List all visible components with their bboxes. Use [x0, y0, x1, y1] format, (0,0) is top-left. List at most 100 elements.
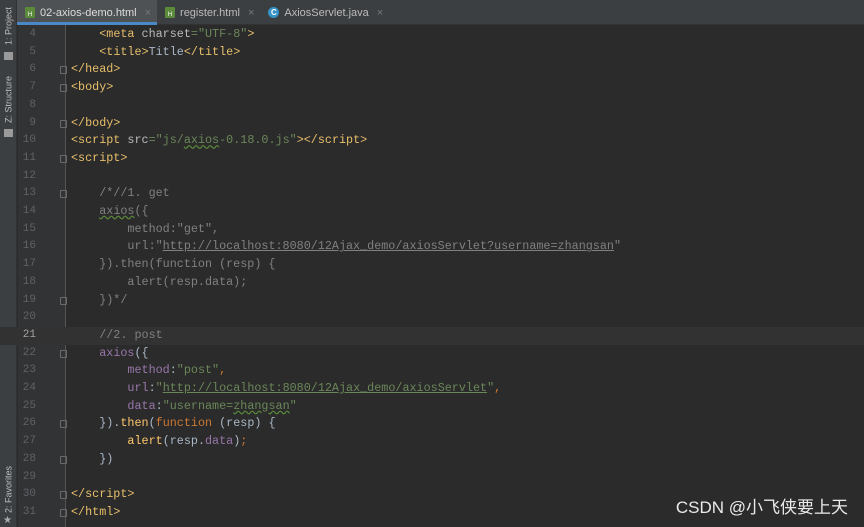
code-token: ; — [240, 434, 248, 449]
code-token: "post" — [176, 363, 220, 378]
line-number: 30 — [22, 488, 36, 501]
line-number: 26 — [22, 417, 36, 430]
code-token: <script — [71, 133, 128, 148]
code-line: 15 method:"get", — [0, 221, 864, 239]
editor-tabs: H 02-axios-demo.html × Hregister.html × C Axio… — [17, 0, 864, 25]
close-tab-icon[interactable]: × — [248, 7, 254, 19]
code-token: </script> — [71, 487, 135, 502]
code-line: 8 — [0, 97, 864, 115]
code-token: "username= — [162, 398, 234, 413]
code-token: src — [127, 133, 149, 148]
code-token: </head> — [71, 62, 121, 77]
code-token: method — [127, 363, 170, 378]
code-line: 13 /*//1. get — [0, 185, 864, 203]
code-token: }). — [71, 416, 121, 431]
code-line: 11 <script> — [0, 150, 864, 168]
code-line: 26 }).then(function (resp) { — [0, 415, 864, 433]
code-token: </title> — [183, 44, 241, 59]
code-token: ( — [148, 416, 156, 431]
code-line: 4 <meta charset="UTF-8"> — [0, 26, 864, 44]
code-token: > — [247, 27, 255, 41]
code-line: 19 })*/ — [0, 292, 864, 310]
fold-marker-icon[interactable] — [60, 455, 67, 464]
code-line: 29 — [0, 469, 864, 487]
html-file-icon: H — [165, 7, 176, 18]
code-line: 10 <script src="js/axios-0.18.0.js"></scr… — [0, 132, 864, 150]
code-token: then — [120, 416, 149, 431]
code-token: })*/ — [71, 292, 128, 307]
fold-marker-icon[interactable] — [60, 491, 67, 500]
code-line: 6 </head> — [0, 61, 864, 79]
line-number: 29 — [22, 470, 36, 483]
line-number: 7 — [29, 81, 36, 94]
code-token: : — [155, 398, 163, 413]
code-token: http://localhost:8080/12Ajax_demo/axiosS… — [162, 381, 488, 395]
code-line: 23 method:"post", — [0, 362, 864, 380]
line-number: 19 — [22, 293, 36, 306]
code-token: " — [289, 398, 297, 413]
code-token: : — [148, 381, 156, 395]
line-number: 24 — [22, 382, 36, 394]
tab-axiosservlet-java[interactable]: C AxiosServlet.java × — [260, 0, 389, 25]
code-text: }) — [71, 451, 113, 469]
line-number: 28 — [22, 452, 36, 465]
close-tab-icon[interactable]: × — [145, 7, 151, 19]
html-file-icon: H — [25, 7, 35, 18]
fold-marker-icon[interactable] — [60, 84, 67, 93]
fold-marker-icon[interactable] — [60, 66, 67, 75]
code-token: Title — [148, 44, 184, 59]
code-token: function — [155, 416, 220, 431]
fold-marker-icon[interactable] — [60, 349, 67, 358]
tab-register-html[interactable]: Hregister.html × — [157, 0, 260, 25]
code-line: 22 axios({ — [0, 345, 864, 363]
tab-02-axios-demo-html[interactable]: H 02-axios-demo.html × — [17, 0, 158, 25]
code-token: method:"get", — [71, 221, 220, 236]
line-number: 11 — [22, 151, 36, 164]
code-token: -0.18.0.js" — [219, 133, 297, 148]
code-token: ></script> — [296, 133, 368, 148]
code-text: </body> — [71, 115, 120, 133]
code-token: <title> — [99, 44, 149, 59]
code-text: <meta charset="UTF-8"> — [71, 26, 254, 44]
tab-label: register.html — [180, 6, 240, 19]
line-number: 23 — [22, 364, 36, 377]
code-token: url:" — [71, 239, 163, 254]
code-token: </html> — [71, 504, 121, 519]
code-line: 16 url:"http://localhost:8080/12Ajax_dem… — [0, 238, 864, 256]
code-line: 18 alert(resp.data); — [0, 274, 864, 292]
code-text: <script src="js/axios-0.18.0.js"></scrip… — [71, 132, 367, 150]
code-text: }).then(function (resp) { — [71, 415, 275, 433]
fold-marker-icon[interactable] — [60, 296, 67, 305]
code-token: (resp. — [162, 434, 205, 449]
fold-marker-icon[interactable] — [60, 420, 67, 429]
code-token: ({ — [134, 204, 149, 218]
close-tab-icon[interactable]: × — [377, 7, 383, 19]
code-line: 12 — [0, 168, 864, 186]
code-text: </head> — [71, 61, 120, 79]
fold-marker-icon[interactable] — [60, 190, 67, 199]
code-token: ="js/ — [148, 133, 184, 148]
fold-marker-icon[interactable] — [60, 154, 67, 163]
code-token: <script> — [71, 150, 128, 165]
code-line: 24 url:"http://localhost:8080/12Ajax_dem… — [0, 380, 864, 398]
code-token: </body> — [71, 115, 121, 130]
code-token: /*//1. get — [71, 186, 170, 201]
code-line: 14 axios({ — [0, 203, 864, 221]
line-number: 8 — [29, 98, 36, 111]
fold-marker-icon[interactable] — [60, 119, 67, 128]
fold-marker-icon[interactable] — [60, 508, 67, 517]
code-text: axios({ — [71, 345, 148, 363]
line-number: 14 — [22, 205, 36, 217]
code-token: //2. post — [71, 327, 163, 342]
code-line: 20 — [0, 309, 864, 327]
code-token: alert(resp.data); — [71, 274, 248, 289]
code-token: , — [219, 363, 227, 378]
code-text: /*//1. get — [71, 185, 170, 203]
